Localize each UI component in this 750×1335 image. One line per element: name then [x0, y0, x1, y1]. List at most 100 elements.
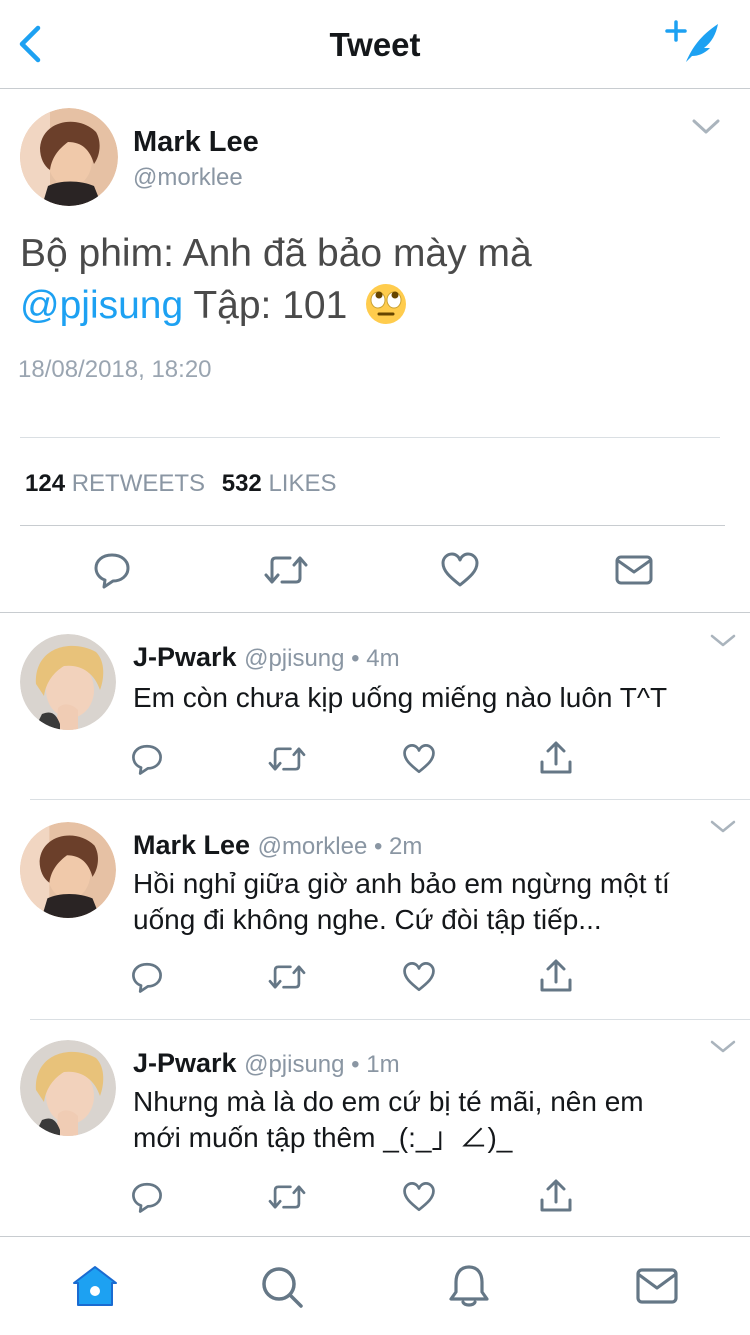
reply-button[interactable]	[130, 1180, 164, 1214]
reply-button[interactable]	[130, 960, 164, 994]
reply-text-line: uống đi không nghe. Cứ đòi tập tiếp...	[133, 904, 602, 935]
tab-search[interactable]	[260, 1265, 304, 1309]
tweet-text-part: Bộ phim: Anh đã bảo mày mà	[20, 232, 532, 275]
home-icon	[73, 1266, 117, 1306]
reply-button[interactable]	[92, 550, 132, 590]
tab-messages[interactable]	[636, 1267, 678, 1305]
chevron-down-icon	[710, 634, 736, 647]
divider	[20, 525, 725, 526]
reply-age: • 2m	[367, 833, 423, 860]
reply-options-button[interactable]	[708, 1038, 738, 1056]
reply-icon	[132, 1182, 162, 1213]
reply-text-line: Hồi nghỉ giữa giờ anh bảo em ngừng một t…	[133, 868, 670, 899]
reply-author: Mark Lee @morklee • 2m	[133, 830, 422, 861]
like-button[interactable]	[402, 1180, 436, 1214]
divider	[20, 437, 720, 438]
profile-photo-mark-lee	[20, 108, 118, 206]
reply-tweet[interactable]: J-Pwark @pjisung • 4m Em còn chưa kịp uố…	[0, 614, 750, 800]
reply-author: J-Pwark @pjisung • 4m	[133, 642, 400, 673]
author-handle[interactable]: @morklee	[133, 164, 243, 192]
retweet-icon	[264, 556, 308, 584]
author-handle[interactable]: @pjisung	[244, 645, 344, 672]
avatar[interactable]	[20, 822, 116, 918]
share-button[interactable]	[538, 1178, 574, 1214]
message-button[interactable]	[614, 550, 654, 590]
author-name[interactable]: J-Pwark	[133, 642, 237, 672]
like-icon	[403, 1182, 435, 1212]
chevron-down-icon	[710, 820, 736, 833]
tweet-options-button[interactable]	[690, 116, 722, 138]
reply-age: • 1m	[344, 1051, 400, 1078]
profile-photo-j-pwark	[20, 634, 116, 730]
retweet-icon	[268, 747, 306, 771]
share-icon	[540, 959, 572, 992]
avatar[interactable]	[20, 108, 118, 206]
retweet-icon	[268, 1185, 306, 1209]
retweets-count: 124	[25, 470, 66, 497]
author-name[interactable]: J-Pwark	[133, 1048, 237, 1078]
reply-tweet[interactable]: J-Pwark @pjisung • 1m Nhưng mà là do em …	[0, 1020, 750, 1236]
profile-photo-j-pwark	[20, 1040, 116, 1136]
like-button[interactable]	[402, 742, 436, 776]
reply-options-button[interactable]	[708, 818, 738, 836]
reply-text: Hồi nghỉ giữa giờ anh bảo em ngừng một t…	[133, 866, 733, 938]
tweet-timestamp: 18/08/2018, 18:20	[18, 356, 212, 383]
retweet-button[interactable]	[268, 1180, 306, 1214]
like-icon	[403, 962, 435, 992]
like-button[interactable]	[402, 960, 436, 994]
compose-tweet-button[interactable]	[664, 18, 724, 68]
tweet-text: Bộ phim: Anh đã bảo mày mà @pjisung Tập:…	[20, 228, 720, 332]
reply-text-line: Nhưng mà là do em cứ bị té mãi, nên em	[133, 1086, 644, 1117]
avatar[interactable]	[20, 634, 116, 730]
share-button[interactable]	[538, 958, 574, 994]
share-icon	[540, 1179, 572, 1212]
chevron-down-icon	[710, 1040, 736, 1053]
tab-bar	[0, 1236, 750, 1335]
reply-text: Nhưng mà là do em cứ bị té mãi, nên em m…	[133, 1084, 733, 1156]
reply-age: • 4m	[344, 645, 400, 672]
nav-header: Tweet	[0, 0, 750, 89]
author-name[interactable]: Mark Lee	[133, 126, 259, 159]
mention-link[interactable]: @pjisung	[20, 284, 183, 327]
reply-tweet[interactable]: Mark Lee @morklee • 2m Hồi nghỉ giữa giờ…	[0, 800, 750, 1020]
message-icon	[615, 555, 653, 585]
retweet-icon	[268, 965, 306, 989]
reply-icon	[132, 962, 162, 993]
page-title: Tweet	[329, 26, 421, 63]
retweet-button[interactable]	[264, 550, 308, 590]
retweets-stat[interactable]: 124 RETWEETS	[25, 470, 205, 497]
reply-icon	[94, 553, 130, 589]
like-button[interactable]	[440, 550, 480, 590]
tab-notifications[interactable]	[448, 1263, 490, 1309]
author-handle[interactable]: @morklee	[258, 833, 368, 860]
chevron-down-icon	[692, 119, 720, 134]
tweet-stats: 124 RETWEETS 532 LIKES	[25, 470, 337, 498]
face-with-rolling-eyes-icon	[364, 282, 408, 326]
like-icon	[441, 552, 479, 587]
tab-home[interactable]	[72, 1265, 118, 1307]
notifications-icon	[449, 1265, 489, 1307]
reply-text-line: mới muốn tập thêm _(:_」∠)_	[133, 1122, 513, 1153]
retweet-button[interactable]	[268, 960, 306, 994]
reply-options-button[interactable]	[708, 632, 738, 650]
share-button[interactable]	[538, 740, 574, 776]
search-icon	[262, 1267, 303, 1308]
likes-label: LIKES	[268, 470, 337, 497]
author-name[interactable]: Mark Lee	[133, 830, 250, 860]
retweet-button[interactable]	[268, 742, 306, 776]
reply-icon	[132, 744, 162, 775]
divider	[0, 612, 750, 613]
avatar[interactable]	[20, 1040, 116, 1136]
messages-icon	[636, 1268, 678, 1304]
like-icon	[403, 744, 435, 774]
likes-stat[interactable]: 532 LIKES	[222, 470, 337, 497]
likes-count: 532	[221, 470, 262, 497]
reply-text-line: Em còn chưa kịp uống miếng nào luôn T^T	[133, 682, 668, 713]
reply-author: J-Pwark @pjisung • 1m	[133, 1048, 400, 1079]
profile-photo-mark-lee	[20, 822, 116, 918]
reply-button[interactable]	[130, 742, 164, 776]
retweets-label: RETWEETS	[71, 470, 206, 497]
tweet-text-part: Tập: 101	[183, 284, 348, 327]
reply-text: Em còn chưa kịp uống miếng nào luôn T^T	[133, 680, 733, 716]
author-handle[interactable]: @pjisung	[244, 1051, 344, 1078]
